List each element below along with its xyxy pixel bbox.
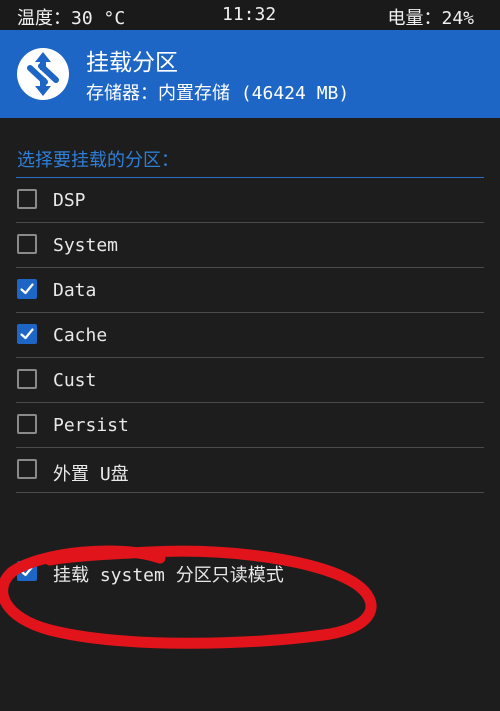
readonly-option-label: 挂载 system 分区只读模式 (53, 565, 284, 586)
twrp-logo-icon (15, 44, 71, 104)
clock: 11:32 (222, 4, 277, 25)
check-icon (20, 328, 34, 340)
page-title: 挂载分区 (86, 50, 178, 76)
partition-checkbox[interactable] (17, 324, 37, 344)
partition-item-cache[interactable]: Cache (0, 313, 500, 358)
partition-label: Persist (53, 415, 129, 436)
temperature-status: 温度：30 °C (17, 8, 126, 29)
partition-checkbox[interactable] (17, 459, 37, 479)
partition-item-persist[interactable]: Persist (0, 403, 500, 448)
check-icon (20, 565, 34, 577)
section-title: 选择要挂载的分区： (17, 150, 179, 171)
partition-label: Cache (53, 325, 108, 346)
partition-checkbox[interactable] (17, 414, 37, 434)
partition-checkbox[interactable] (17, 279, 37, 299)
partition-label: Data (53, 280, 97, 301)
partition-list: DSP System Data Cache Cust Persist 外置 U盘 (0, 178, 500, 493)
partition-label: DSP (53, 190, 86, 211)
partition-label: 外置 U盘 (53, 464, 129, 485)
battery-status: 电量：24% (387, 8, 474, 29)
partition-item-data[interactable]: Data (0, 268, 500, 313)
status-bar: 温度：30 °C 11:32 电量：24% (0, 0, 500, 30)
storage-subtitle[interactable]: 存储器：内置存储 (46424 MB) (86, 79, 349, 105)
readonly-system-option[interactable]: 挂载 system 分区只读模式 (0, 548, 500, 594)
partition-label: Cust (53, 370, 97, 391)
partition-item-system[interactable]: System (0, 223, 500, 268)
readonly-checkbox[interactable] (17, 561, 37, 581)
check-icon (20, 283, 34, 295)
partition-item-dsp[interactable]: DSP (0, 178, 500, 223)
row-divider (16, 492, 484, 493)
partition-checkbox[interactable] (17, 234, 37, 254)
partition-checkbox[interactable] (17, 369, 37, 389)
partition-checkbox[interactable] (17, 189, 37, 209)
partition-item-cust[interactable]: Cust (0, 358, 500, 403)
partition-label: System (53, 235, 119, 256)
partition-item-外置-u盘[interactable]: 外置 U盘 (0, 448, 500, 493)
header-bar: 挂载分区 存储器：内置存储 (46424 MB) (0, 30, 500, 118)
